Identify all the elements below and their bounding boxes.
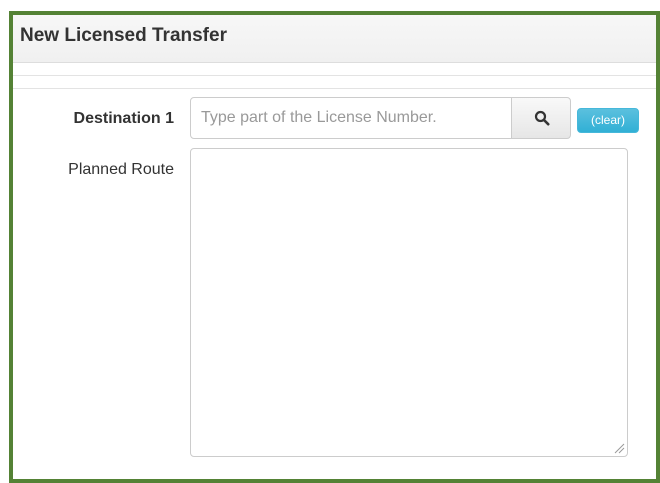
modal-header: New Licensed Transfer <box>13 15 656 63</box>
header-spacer <box>13 63 656 75</box>
resize-grip-icon[interactable] <box>614 443 625 454</box>
planned-route-label: Planned Route <box>68 161 174 178</box>
destination-label: Destination 1 <box>73 110 174 127</box>
section-divider <box>13 75 656 89</box>
modal-frame-bottom-border <box>9 479 660 483</box>
planned-route-textarea[interactable] <box>190 148 628 457</box>
license-number-search-input[interactable] <box>190 97 512 139</box>
search-button[interactable] <box>511 97 571 139</box>
clear-button[interactable]: (clear) <box>577 108 639 133</box>
modal-title: New Licensed Transfer <box>20 25 227 46</box>
search-icon <box>534 110 550 126</box>
